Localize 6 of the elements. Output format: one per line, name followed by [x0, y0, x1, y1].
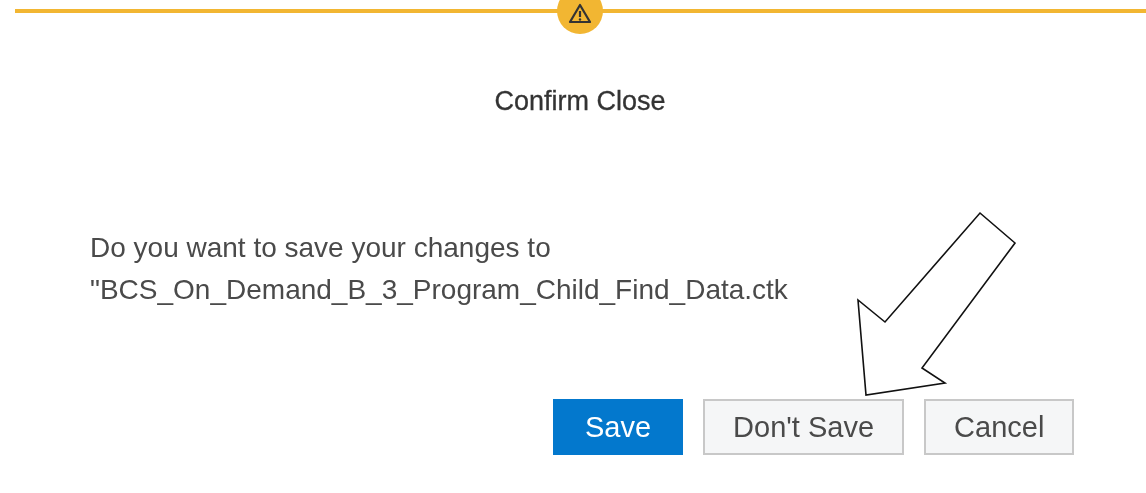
- dialog-button[interactable]: Save: [553, 399, 684, 455]
- dialog-title: Confirm Close: [493, 86, 667, 117]
- dialog-button[interactable]: Don't Save: [703, 399, 905, 455]
- dialog-button[interactable]: Cancel: [924, 399, 1075, 455]
- message-text: Do you want to save your changes to: [90, 231, 552, 265]
- message-text: "BCS_On_Demand_B_3_Program_Child_Find_Data.ctk: [90, 273, 789, 307]
